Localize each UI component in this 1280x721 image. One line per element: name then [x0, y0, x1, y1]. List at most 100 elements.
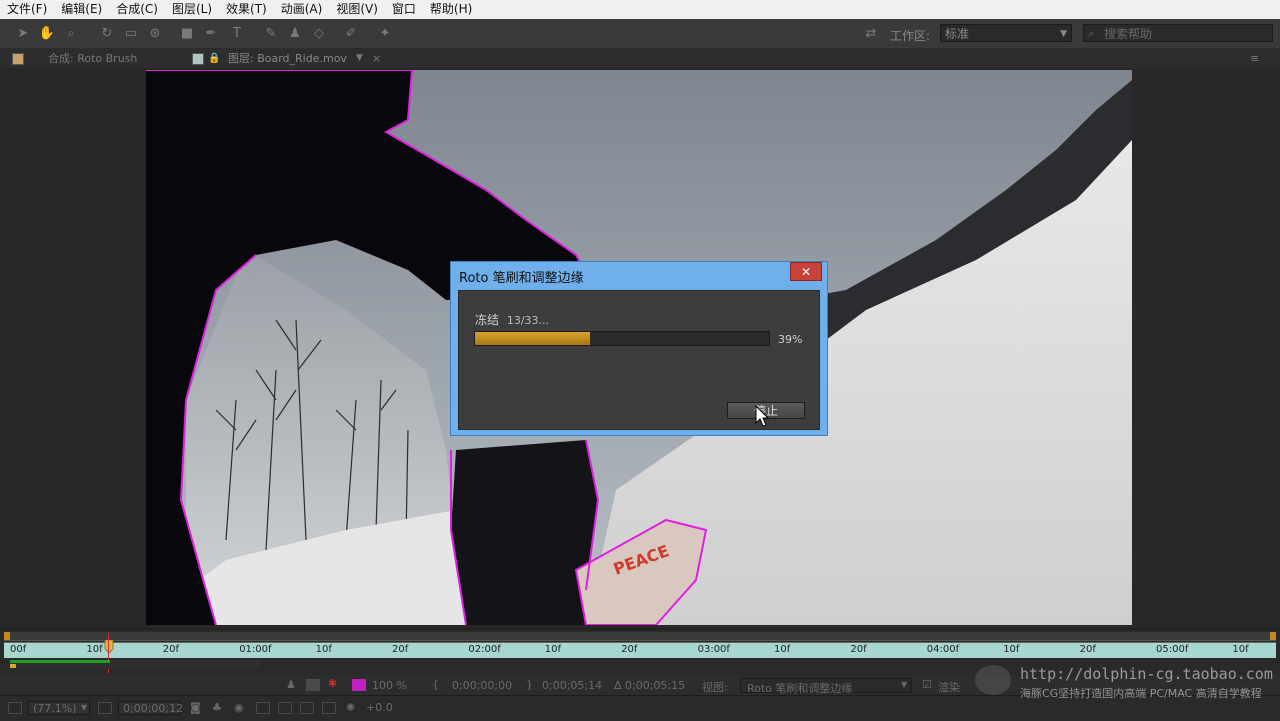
timeline-tick-label: 10f — [1232, 644, 1249, 655]
clone-stamp-tool-icon[interactable]: ♟ — [286, 25, 304, 43]
timeline-tick-label: 10f — [544, 644, 562, 655]
tab-layer[interactable]: 图层: Board_Ride.mov — [228, 50, 347, 67]
always-preview-icon[interactable] — [8, 702, 22, 714]
alpha-grid-icon[interactable] — [306, 679, 320, 691]
timeline-tick-label: 10f — [315, 644, 332, 655]
3d-view-icon[interactable] — [300, 702, 314, 714]
work-area-bar[interactable] — [4, 632, 1276, 641]
pan-behind-tool-icon[interactable]: ⊛ — [146, 25, 164, 43]
menu-file[interactable]: 文件(F) — [0, 0, 54, 19]
rotate-tool-icon[interactable]: ↻ — [98, 25, 116, 43]
in-point[interactable]: 0;00;00;00 — [452, 679, 512, 692]
progress-fill — [475, 332, 590, 345]
show-snapshot-icon[interactable]: ♣ — [212, 701, 222, 714]
timeline-tick-label: 20f — [621, 644, 638, 655]
timeline-tick-label: 20f — [392, 644, 409, 655]
viewer-tab-bar: 合成: Roto Brush 🔒 图层: Board_Ride.mov ▼ × … — [0, 48, 1280, 69]
tab-menu-chevron-icon[interactable]: ▼ — [356, 50, 363, 67]
region-of-interest-icon[interactable] — [256, 702, 270, 714]
text-tool-icon[interactable]: T — [228, 25, 246, 43]
cache-strip — [10, 660, 260, 669]
progress-bar — [474, 331, 770, 346]
set-in-icon[interactable]: { — [432, 678, 439, 691]
view-label: 视图: — [702, 681, 728, 694]
timeline-tick-label: 10f — [86, 644, 103, 655]
current-timecode: 0;00;00;12 — [123, 702, 184, 715]
pen-tool-icon[interactable]: ✒ — [202, 25, 220, 43]
composition-swatch-icon — [12, 53, 24, 65]
set-out-icon[interactable]: } — [526, 678, 533, 691]
chevron-down-icon: ▼ — [81, 703, 88, 712]
current-time-field[interactable]: 0;00;00;12 — [118, 701, 184, 715]
search-help-input[interactable]: ⌕ 搜索帮助 — [1083, 24, 1273, 42]
overlay-color-swatch[interactable] — [352, 679, 366, 691]
menu-effect[interactable]: 效果(T) — [219, 0, 274, 19]
watermark: http://dolphin-cg.taobao.com 海豚CG坚持打造国内高… — [975, 663, 1275, 703]
menu-bar: 文件(F) 编辑(E) 合成(C) 图层(L) 效果(T) 动画(A) 视图(V… — [0, 0, 1280, 19]
exposure-icon[interactable]: ✺ — [346, 701, 355, 714]
eraser-tool-icon[interactable]: ◇ — [310, 25, 328, 43]
safe-zones-icon[interactable] — [98, 702, 112, 714]
progress-percent: 39% — [778, 333, 803, 346]
menu-help[interactable]: 帮助(H) — [423, 0, 479, 19]
tab-composition[interactable]: 合成: Roto Brush — [48, 50, 137, 67]
workspace-label: 工作区: — [890, 29, 931, 43]
transparency-grid-icon[interactable] — [278, 702, 292, 714]
chevron-down-icon: ▼ — [1060, 29, 1067, 39]
workspace-value: 标准 — [945, 27, 970, 41]
work-area-end-handle[interactable] — [1270, 632, 1276, 640]
rectangle-tool-icon[interactable]: ■ — [178, 25, 196, 43]
exposure-value[interactable]: +0.0 — [366, 701, 393, 714]
hand-tool-icon[interactable]: ✋ — [38, 25, 56, 43]
person-icon[interactable]: ♟ — [286, 678, 296, 691]
camera-tool-icon[interactable]: ▭ — [122, 25, 140, 43]
roto-overlay-icon[interactable]: ✱ — [328, 677, 337, 690]
out-point[interactable]: 0;00;05;14 — [542, 679, 602, 692]
timeline-tick-label: 01:00f — [239, 644, 272, 655]
roto-progress-dialog: Roto 笔刷和调整边缘 ✕ 冻结 13/33... 39% 停止 — [450, 261, 828, 436]
work-area-start-handle[interactable] — [4, 632, 10, 640]
menu-view[interactable]: 视图(V) — [329, 0, 385, 19]
timeline-tick-label: 04:00f — [926, 644, 960, 655]
status-label: 冻结 — [475, 313, 500, 327]
menu-layer[interactable]: 图层(L) — [165, 0, 219, 19]
timeline-tick-label: 20f — [162, 644, 180, 655]
dolphin-logo-icon — [975, 665, 1011, 695]
workspace-select[interactable]: 标准 ▼ — [940, 24, 1072, 42]
menu-animation[interactable]: 动画(A) — [274, 0, 330, 19]
channels-icon[interactable]: ◉ — [234, 701, 244, 714]
dialog-close-button[interactable]: ✕ — [790, 262, 822, 281]
menu-window[interactable]: 窗口 — [385, 0, 423, 19]
view-value: Roto 笔刷和调整边缘 — [747, 682, 853, 695]
duration: Δ 0;00;05;15 — [614, 679, 686, 692]
selection-tool-icon[interactable]: ➤ — [14, 25, 32, 43]
dialog-title: Roto 笔刷和调整边缘 — [459, 271, 584, 286]
snapping-icon[interactable]: ⇄ — [860, 25, 882, 43]
close-icon: ✕ — [800, 265, 812, 279]
view-layout-icon[interactable] — [322, 702, 336, 714]
camera-snapshot-icon[interactable]: ◙ — [190, 701, 201, 714]
view-select[interactable]: Roto 笔刷和调整边缘 ▼ — [740, 678, 912, 695]
current-time-indicator[interactable] — [104, 640, 114, 654]
timeline-tick-label: 10f — [774, 644, 791, 655]
brush-tool-icon[interactable]: ✎ — [262, 25, 280, 43]
menu-edit[interactable]: 编辑(E) — [54, 0, 109, 19]
render-checkbox[interactable]: ☑ — [922, 678, 932, 691]
timeline-tick-label: 20f — [850, 644, 867, 655]
zoom-tool-icon[interactable]: ⌕ — [62, 25, 80, 43]
cache-green — [10, 660, 110, 663]
timeline-tick-label: 10f — [1003, 644, 1020, 655]
overlay-opacity[interactable]: 100 % — [372, 679, 407, 692]
magnification-value: (77.1%) — [33, 702, 77, 715]
magnification-select[interactable]: (77.1%) ▼ — [28, 701, 90, 715]
search-placeholder: 搜索帮助 — [1104, 27, 1153, 41]
progress-status: 冻结 13/33... — [475, 311, 549, 328]
puppet-tool-icon[interactable]: ✦ — [376, 25, 394, 43]
panel-menu-icon[interactable]: ≡ — [1250, 50, 1259, 67]
roto-brush-tool-icon[interactable]: ✐ — [342, 25, 360, 43]
lock-icon[interactable]: 🔒 — [208, 50, 220, 67]
watermark-tagline: 海豚CG坚持打造国内高端 PC/MAC 高清自学教程 — [1020, 687, 1262, 700]
menu-composition[interactable]: 合成(C) — [109, 0, 165, 19]
tab-close-icon[interactable]: × — [372, 50, 381, 67]
watermark-url: http://dolphin-cg.taobao.com — [1020, 665, 1273, 683]
